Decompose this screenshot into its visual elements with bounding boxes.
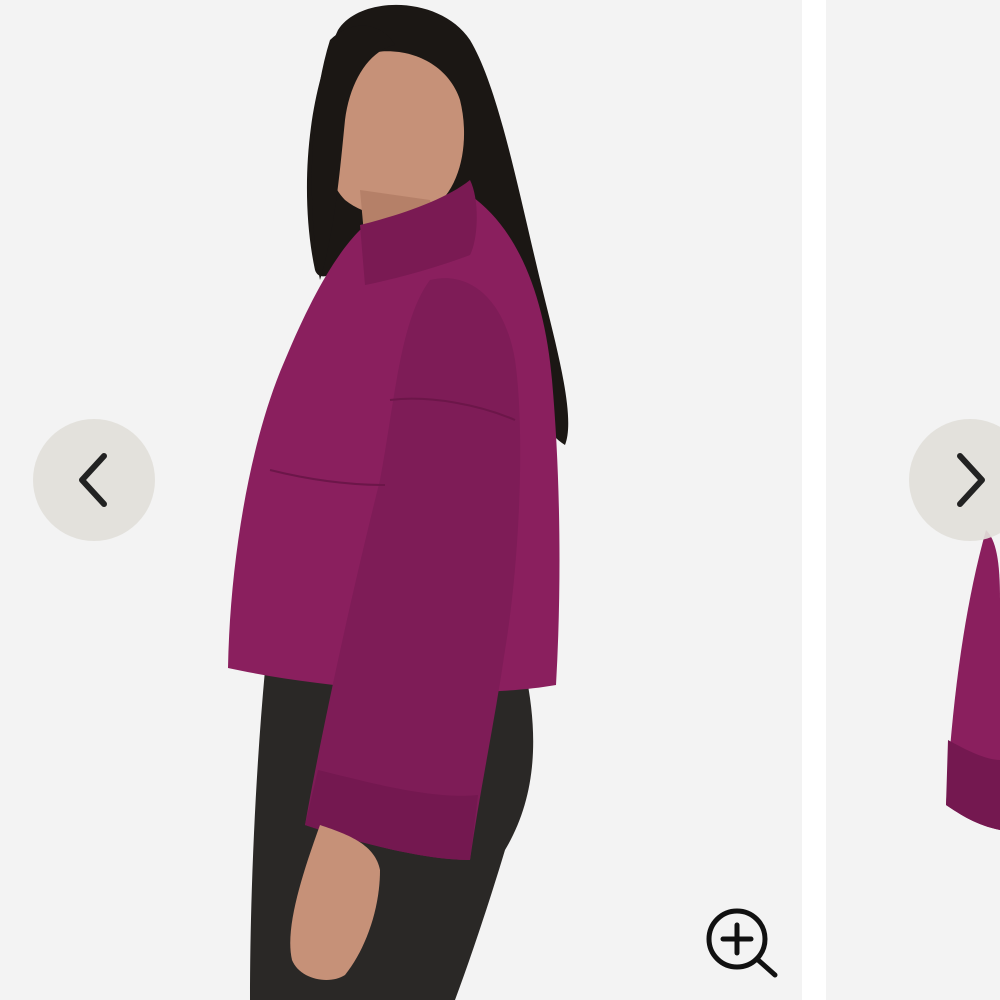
chevron-right-icon <box>957 453 985 507</box>
chevron-left-icon <box>79 453 107 507</box>
previous-image-button[interactable] <box>33 419 155 541</box>
zoom-in-icon <box>706 908 778 978</box>
product-image-gallery <box>0 0 1000 1000</box>
zoom-button[interactable] <box>703 905 781 983</box>
